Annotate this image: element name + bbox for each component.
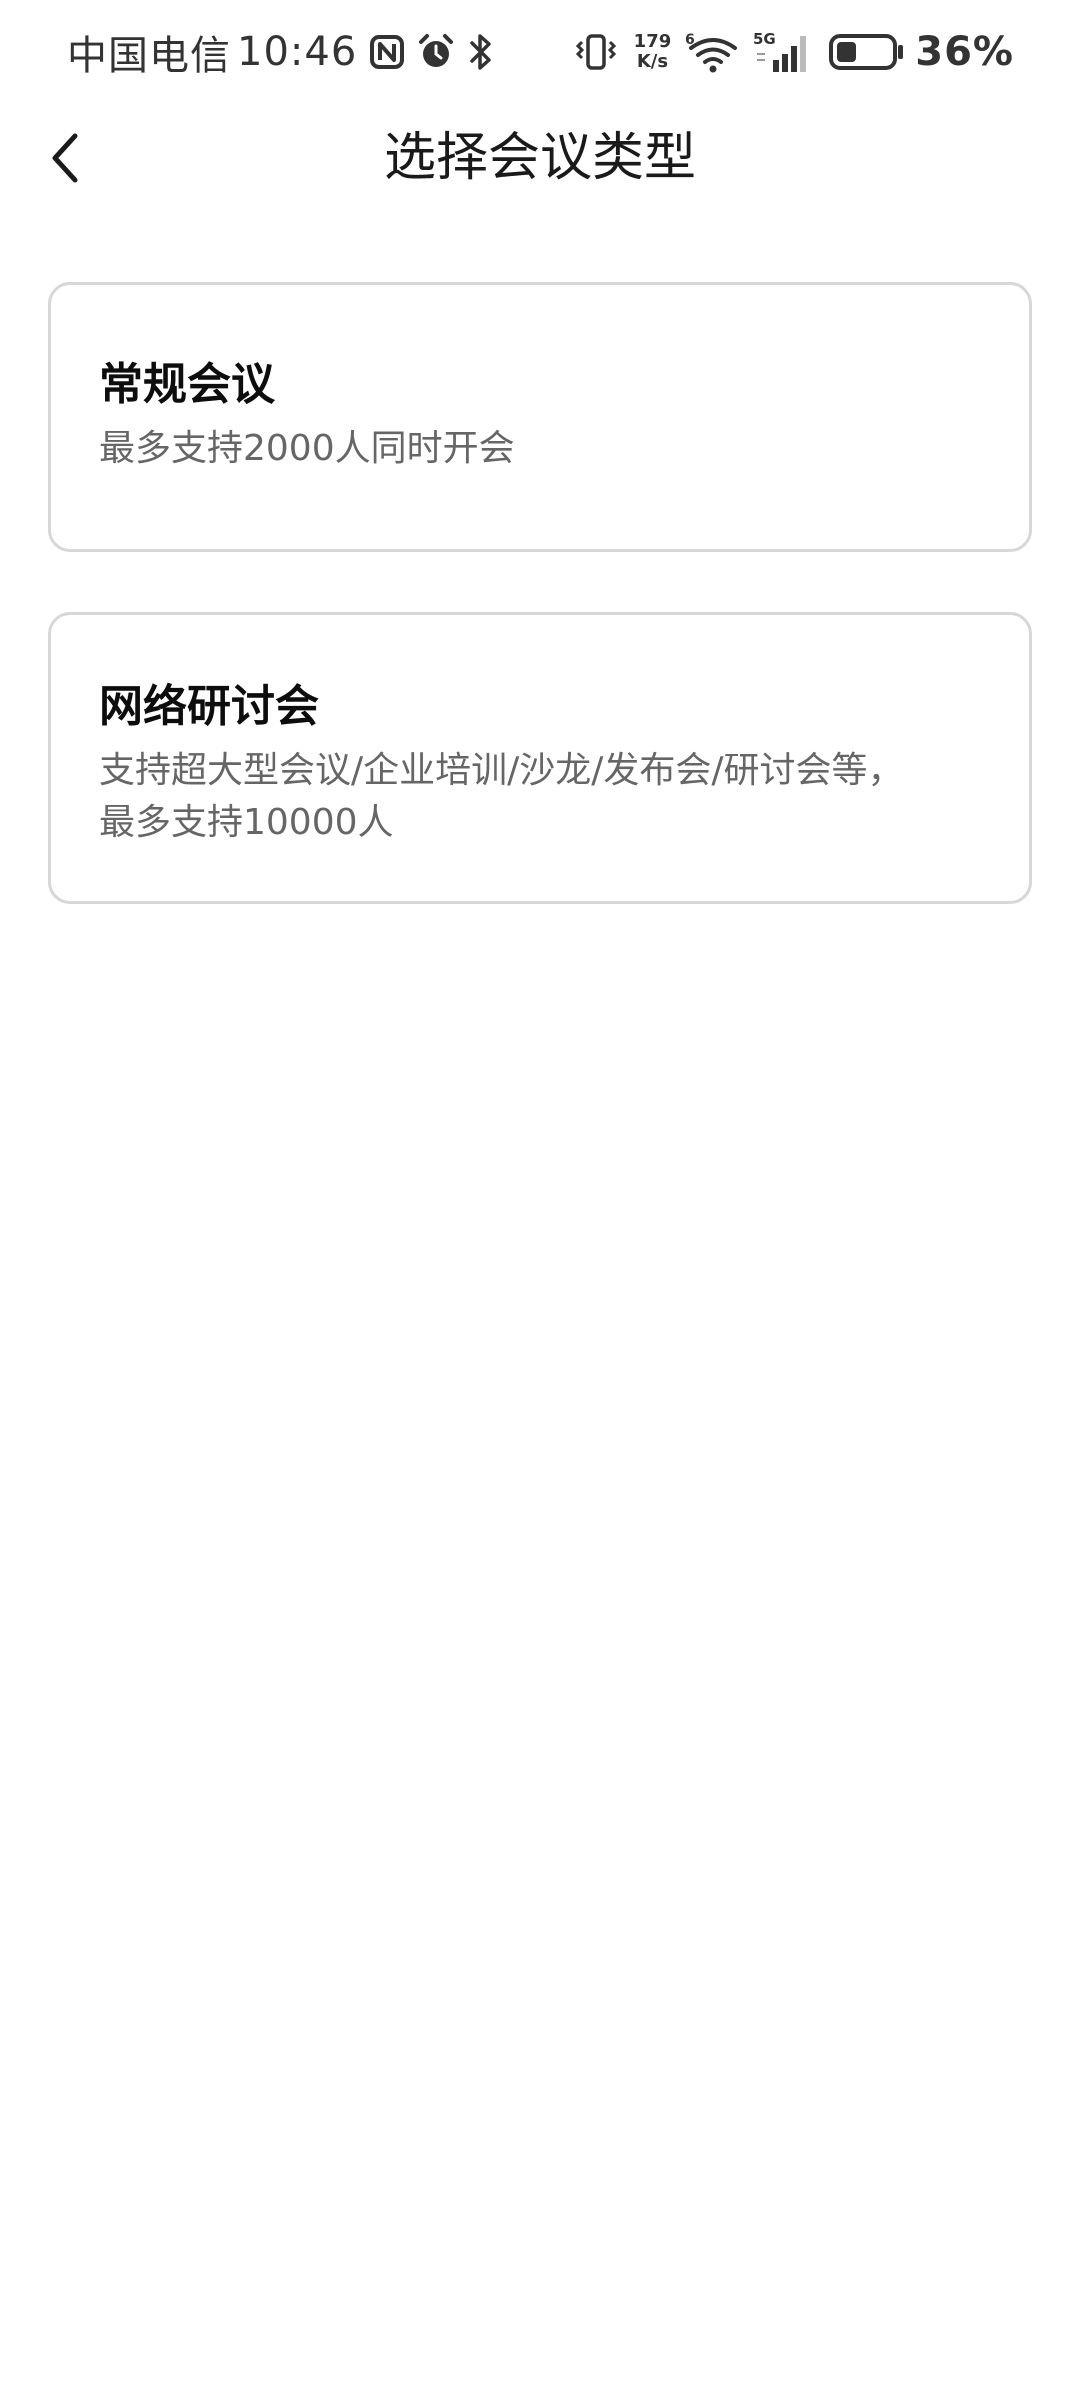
status-bar-left: 中国电信 10:46 bbox=[67, 24, 495, 80]
status-bar: 中国电信 10:46 179 K/s 6 5G 36% bbox=[0, 0, 1080, 104]
page-header: 选择会议类型 bbox=[0, 104, 1080, 214]
meeting-type-card-webinar[interactable]: 网络研讨会 支持超大型会议/企业培训/沙龙/发布会/研讨会等， 最多支持1000… bbox=[48, 612, 1032, 904]
battery-level-fill bbox=[837, 42, 857, 62]
card-title: 网络研讨会 bbox=[99, 681, 319, 732]
clock-time: 10:46 bbox=[237, 29, 358, 75]
network-speed-value: 179 bbox=[633, 31, 672, 52]
battery-percent: 36% bbox=[915, 29, 1014, 75]
carrier-label: 中国电信 bbox=[67, 33, 231, 79]
cellular-badge: 5G bbox=[753, 30, 776, 48]
card-description-line: 支持超大型会议/企业培训/沙龙/发布会/研讨会等， bbox=[99, 750, 904, 791]
card-description-line: 最多支持10000人 bbox=[99, 802, 394, 843]
alarm-icon bbox=[417, 33, 455, 71]
status-bar-right: 179 K/s 6 5G 36% bbox=[560, 24, 1014, 80]
network-speed: 179 K/s bbox=[634, 32, 672, 72]
page-title: 选择会议类型 bbox=[383, 128, 696, 188]
nfc-icon bbox=[369, 34, 405, 70]
bluetooth-icon bbox=[467, 32, 495, 72]
network-speed-unit: K/s bbox=[636, 51, 669, 72]
meeting-type-card-regular[interactable]: 常规会议 最多支持2000人同时开会 bbox=[48, 282, 1032, 552]
wifi-icon: 6 bbox=[685, 30, 739, 74]
card-title: 常规会议 bbox=[99, 359, 275, 410]
vibrate-icon bbox=[574, 32, 618, 72]
card-description: 支持超大型会议/企业培训/沙龙/发布会/研讨会等， 最多支持10000人 bbox=[99, 745, 981, 849]
card-description: 最多支持2000人同时开会 bbox=[99, 428, 515, 469]
signal-icon: 5G bbox=[753, 30, 815, 74]
battery-icon bbox=[829, 32, 905, 72]
